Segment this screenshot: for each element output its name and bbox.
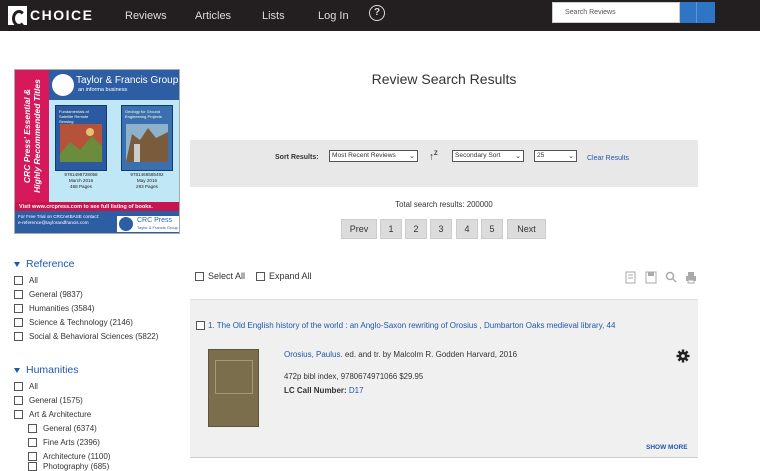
search-input[interactable]: Search Reviews <box>552 2 680 23</box>
checkbox[interactable] <box>14 276 23 285</box>
checkbox[interactable] <box>256 271 265 281</box>
result-checkbox[interactable] <box>196 321 205 330</box>
secondary-sort-select[interactable]: Secondary Sort ⌄ <box>452 150 524 162</box>
export-icon[interactable] <box>625 271 637 284</box>
page-title: Review Search Results <box>371 71 517 87</box>
sort-direction-icon[interactable]: ↑Z <box>429 151 438 162</box>
help-icon[interactable]: ? <box>369 5 385 21</box>
author-link[interactable]: Orosius, Paulus. <box>284 350 343 359</box>
result-pub-info: 472p bibl index, 9780674971066 $29.95 <box>284 372 424 381</box>
ad-header: Taylor & Francis Group an informa busine… <box>49 70 179 100</box>
nav-reviews[interactable]: Reviews <box>125 0 167 31</box>
crc-logo-icon <box>119 217 133 231</box>
save-icon[interactable] <box>645 271 657 284</box>
facet-option[interactable]: General (1575) <box>14 396 83 405</box>
facet-humanities-toggle[interactable]: Humanities <box>14 364 79 376</box>
book-cover-1: Fundamentals of Satellite Remote Sensing <box>55 105 107 171</box>
checkbox[interactable] <box>14 396 23 405</box>
chevron-down-icon: ⌄ <box>409 153 415 160</box>
checkbox[interactable] <box>14 410 23 419</box>
facet-option[interactable]: Humanities (3584) <box>14 304 94 313</box>
result-title-link[interactable]: 1. The Old English history of the world … <box>208 320 638 331</box>
print-icon[interactable] <box>685 271 697 284</box>
facet-sub-option[interactable]: General (6374) <box>28 424 97 433</box>
primary-sort-select[interactable]: Most Recent Reviews ⌄ <box>329 150 418 162</box>
book-cover-2: Geology for Ground Engineering Projects <box>121 105 173 171</box>
facet-sub-option[interactable]: Fine Arts (2396) <box>28 438 100 447</box>
facet-reference-toggle[interactable]: Reference <box>14 258 74 270</box>
expand-all[interactable]: Expand All <box>256 271 312 281</box>
nav-articles[interactable]: Articles <box>195 0 231 31</box>
crc-press-logo: CRC Press Taylor & Francis Group <box>117 216 179 232</box>
chevron-down-icon: ⌄ <box>515 153 521 160</box>
lc-call-number: LC Call Number: D17 <box>284 386 364 395</box>
result-author-line: Orosius, Paulus. ed. and tr. by Malcolm … <box>284 350 518 359</box>
nav-login[interactable]: Log In <box>318 0 349 31</box>
checkbox[interactable] <box>14 332 23 341</box>
total-results: Total search results: 200000 <box>395 200 493 209</box>
checkbox[interactable] <box>14 318 23 327</box>
divider <box>190 457 698 458</box>
facet-option[interactable]: All <box>14 382 38 391</box>
checkbox[interactable] <box>14 382 23 391</box>
per-page-select[interactable]: 25 ⌄ <box>534 150 577 162</box>
ad-side-band: CRC Press' Essential & Highly Recommended… <box>15 70 49 202</box>
gear-icon[interactable] <box>676 349 690 363</box>
advertisement-banner[interactable]: CRC Press' Essential & Highly Recommended… <box>14 69 180 234</box>
nav-lists[interactable]: Lists <box>262 0 285 31</box>
prev-page-button[interactable]: Prev <box>341 219 377 239</box>
facet-sub-option[interactable]: Photography (685) <box>28 462 109 471</box>
checkbox[interactable] <box>28 438 37 447</box>
ad-books-area: Fundamentals of Satellite Remote Sensing… <box>49 100 179 202</box>
next-page-button[interactable]: Next <box>507 219 546 239</box>
facet-option[interactable]: All <box>14 276 38 285</box>
search-button[interactable] <box>680 2 715 23</box>
checkbox[interactable] <box>195 271 204 281</box>
checkbox[interactable] <box>28 424 37 433</box>
facet-sub-option[interactable]: Architecture (1100) <box>28 452 110 461</box>
clear-results-link[interactable]: Clear Results <box>587 155 629 162</box>
top-nav-bar: CHOICE Reviews Articles Lists Log In ? S… <box>0 0 760 31</box>
facet-option[interactable]: Social & Behavioral Sciences (5822) <box>14 332 158 341</box>
show-more-link[interactable]: SHOW MORE <box>646 444 688 451</box>
choice-logo[interactable]: CHOICE <box>8 4 93 27</box>
facet-option[interactable]: Science & Technology (2146) <box>14 318 133 327</box>
book-cover-image[interactable] <box>208 349 259 427</box>
page-1-button[interactable]: 1 <box>380 219 402 239</box>
search-icon[interactable] <box>665 271 677 284</box>
select-all[interactable]: Select All <box>195 271 245 281</box>
collapse-triangle-icon <box>14 261 20 267</box>
page-2-button[interactable]: 2 <box>405 219 427 239</box>
facet-option[interactable]: Art & Architecture <box>14 410 91 419</box>
facet-option[interactable]: General (9837) <box>14 290 83 299</box>
sort-bar <box>190 140 698 187</box>
logo-mark-icon <box>8 5 27 27</box>
chevron-down-icon: ⌄ <box>568 153 574 160</box>
collapse-triangle-icon <box>14 367 20 373</box>
checkbox[interactable] <box>28 462 37 471</box>
page-3-button[interactable]: 3 <box>430 219 452 239</box>
taylor-francis-logo-icon <box>52 74 74 96</box>
page-5-button[interactable]: 5 <box>481 219 503 239</box>
checkbox[interactable] <box>28 452 37 461</box>
page-4-button[interactable]: 4 <box>456 219 478 239</box>
checkbox[interactable] <box>14 304 23 313</box>
checkbox[interactable] <box>14 290 23 299</box>
